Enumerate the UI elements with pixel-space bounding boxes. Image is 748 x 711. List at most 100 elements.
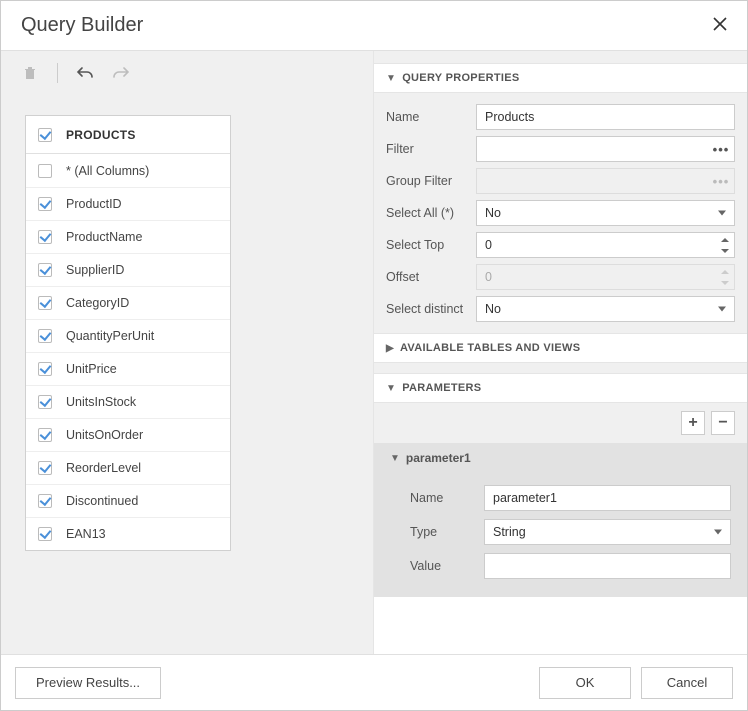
cancel-button[interactable]: Cancel: [641, 667, 733, 699]
name-input[interactable]: Products: [476, 104, 735, 130]
parameter-header[interactable]: ▼ parameter1: [374, 443, 747, 473]
column-checkbox[interactable]: [38, 164, 52, 178]
prop-row-select-all: Select All (*) No: [374, 197, 747, 229]
column-name: UnitsOnOrder: [66, 428, 143, 442]
button-label: Preview Results...: [36, 675, 140, 690]
column-checkbox[interactable]: [38, 362, 52, 376]
remove-parameter-button[interactable]: −: [711, 411, 735, 435]
column-checkbox[interactable]: [38, 461, 52, 475]
section-parameters[interactable]: ▼ PARAMETERS: [374, 373, 747, 403]
column-checkbox[interactable]: [38, 395, 52, 409]
expand-icon: ▶: [386, 343, 394, 354]
section-available-tables[interactable]: ▶ AVAILABLE TABLES AND VIEWS: [374, 333, 747, 363]
spin-up-icon[interactable]: [718, 234, 732, 245]
collapse-icon: ▼: [390, 453, 400, 464]
spin-up-icon: [718, 266, 732, 277]
prop-row-name: Name Products: [374, 101, 747, 133]
column-row[interactable]: QuantityPerUnit: [26, 319, 230, 352]
chevron-down-icon: [718, 307, 726, 312]
offset-spinner: 0: [476, 264, 735, 290]
column-name: ProductName: [66, 230, 142, 244]
param-type-combo[interactable]: String: [484, 519, 731, 545]
column-row[interactable]: CategoryID: [26, 286, 230, 319]
table-header[interactable]: PRODUCTS: [26, 116, 230, 154]
param-name-input[interactable]: parameter1: [484, 485, 731, 511]
dialog-footer: Preview Results... OK Cancel: [1, 654, 747, 710]
button-label: Cancel: [667, 675, 707, 690]
combo-value: No: [485, 206, 501, 220]
combo-value: No: [485, 302, 501, 316]
parameter-header-label: parameter1: [406, 451, 471, 465]
column-row[interactable]: Discontinued: [26, 484, 230, 517]
dialog-header: Query Builder: [1, 1, 747, 51]
delete-icon: [21, 64, 39, 82]
column-row[interactable]: ReorderLevel: [26, 451, 230, 484]
prop-label: Name: [386, 110, 476, 124]
prop-label: Value: [410, 559, 484, 573]
column-name: QuantityPerUnit: [66, 329, 154, 343]
column-row[interactable]: UnitPrice: [26, 352, 230, 385]
prop-label: Type: [410, 525, 484, 539]
toolbar-separator: [57, 63, 58, 83]
spin-down-icon: [718, 277, 732, 288]
param-value-input[interactable]: [484, 553, 731, 579]
toolbar: [1, 51, 373, 95]
column-checkbox[interactable]: [38, 230, 52, 244]
add-parameter-button[interactable]: +: [681, 411, 705, 435]
table-card[interactable]: PRODUCTS * (All Columns) ProductID Produ…: [25, 115, 231, 551]
close-button[interactable]: [713, 15, 727, 36]
ok-button[interactable]: OK: [539, 667, 631, 699]
parameters-toolbar: + −: [374, 403, 747, 443]
input-value: parameter1: [493, 491, 557, 505]
column-row[interactable]: SupplierID: [26, 253, 230, 286]
select-top-spinner[interactable]: 0: [476, 232, 735, 258]
column-checkbox[interactable]: [38, 296, 52, 310]
parameter-section: ▼ parameter1 Name parameter1 Type String…: [374, 443, 747, 597]
column-checkbox[interactable]: [38, 197, 52, 211]
prop-label: Select All (*): [386, 206, 476, 220]
prop-label: Filter: [386, 142, 476, 156]
right-panel: ▼ QUERY PROPERTIES Name Products Filter …: [374, 51, 747, 654]
prop-row-filter: Filter •••: [374, 133, 747, 165]
spin-down-icon[interactable]: [718, 245, 732, 256]
dialog-body: PRODUCTS * (All Columns) ProductID Produ…: [1, 51, 747, 654]
column-name: Discontinued: [66, 494, 138, 508]
column-name: UnitPrice: [66, 362, 117, 376]
param-row-name: Name parameter1: [374, 481, 747, 515]
chevron-down-icon: [718, 211, 726, 216]
undo-icon[interactable]: [76, 64, 94, 82]
preview-results-button[interactable]: Preview Results...: [15, 667, 161, 699]
section-query-properties[interactable]: ▼ QUERY PROPERTIES: [374, 63, 747, 93]
section-label: PARAMETERS: [402, 382, 481, 394]
column-row[interactable]: UnitsOnOrder: [26, 418, 230, 451]
column-checkbox[interactable]: [38, 263, 52, 277]
prop-row-select-distinct: Select distinct No: [374, 293, 747, 325]
combo-value: String: [493, 525, 526, 539]
button-label: OK: [576, 675, 595, 690]
ellipsis-icon[interactable]: •••: [712, 140, 730, 158]
select-distinct-combo[interactable]: No: [476, 296, 735, 322]
parameter-body: Name parameter1 Type String Value: [374, 473, 747, 597]
table-checkbox[interactable]: [38, 128, 52, 142]
input-value: Products: [485, 110, 534, 124]
param-row-type: Type String: [374, 515, 747, 549]
column-row[interactable]: ProductID: [26, 187, 230, 220]
filter-input[interactable]: •••: [476, 136, 735, 162]
column-name: CategoryID: [66, 296, 129, 310]
select-all-combo[interactable]: No: [476, 200, 735, 226]
ellipsis-icon: •••: [712, 172, 730, 190]
column-row-all[interactable]: * (All Columns): [26, 154, 230, 187]
column-checkbox[interactable]: [38, 494, 52, 508]
spinner-value: 0: [485, 238, 492, 252]
column-checkbox[interactable]: [38, 428, 52, 442]
table-title: PRODUCTS: [66, 128, 136, 142]
column-name: SupplierID: [66, 263, 124, 277]
left-panel: PRODUCTS * (All Columns) ProductID Produ…: [1, 51, 374, 654]
column-row[interactable]: UnitsInStock: [26, 385, 230, 418]
column-row[interactable]: ProductName: [26, 220, 230, 253]
column-checkbox[interactable]: [38, 329, 52, 343]
dialog-title: Query Builder: [21, 14, 713, 37]
column-checkbox[interactable]: [38, 527, 52, 541]
column-row[interactable]: EAN13: [26, 517, 230, 550]
collapse-icon: ▼: [386, 73, 396, 84]
